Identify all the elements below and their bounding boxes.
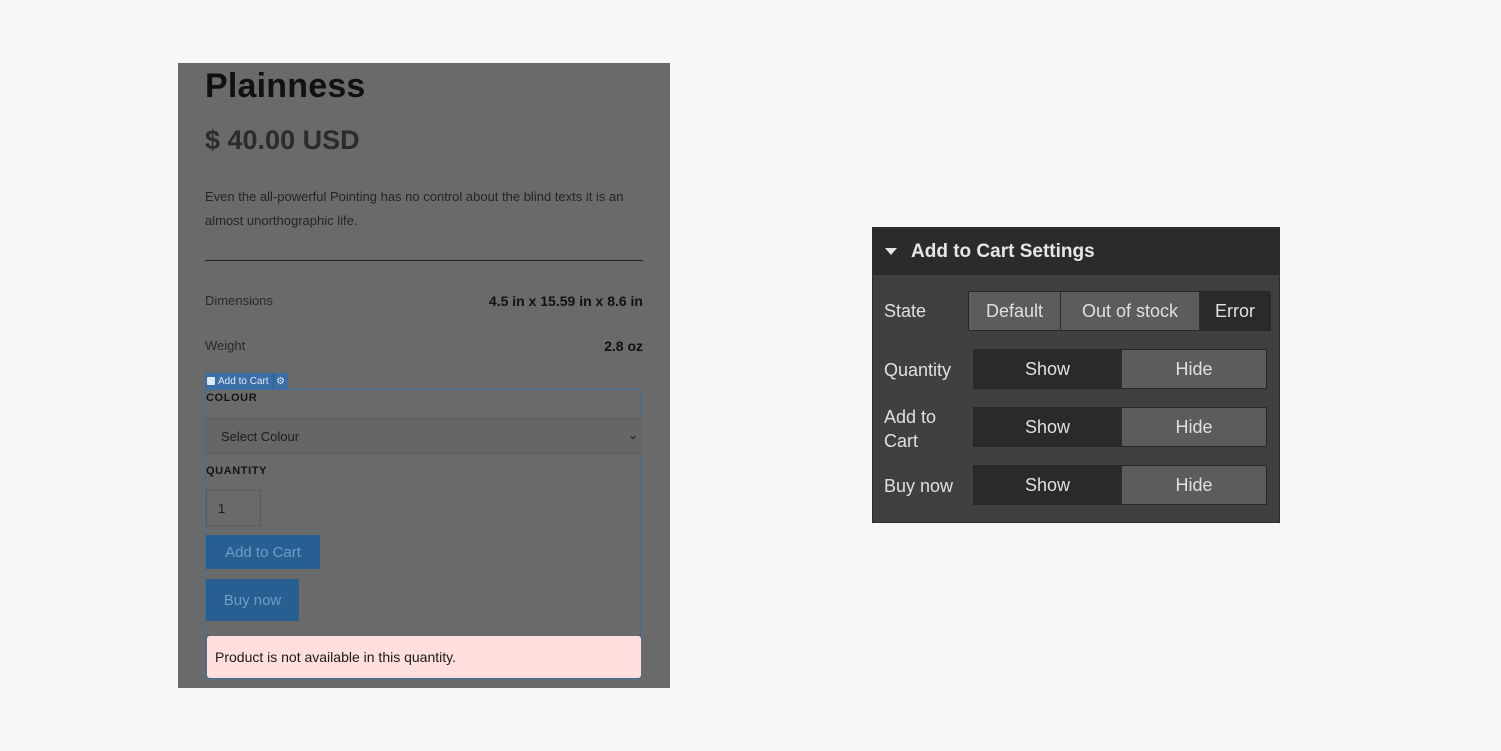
spec-row-dimensions: Dimensions 4.5 in x 15.59 in x 8.6 in (205, 293, 643, 313)
spec-value: 2.8 oz (604, 338, 643, 354)
product-preview: Plainness $ 40.00 USD Even the all-power… (178, 63, 670, 688)
quantity-row: Quantity Show Hide (873, 349, 1281, 389)
add-to-cart-label-line2: Cart (884, 431, 919, 451)
quantity-hide-option[interactable]: Hide (1121, 350, 1266, 388)
state-option-default[interactable]: Default (969, 292, 1060, 330)
cart-element-icon (207, 377, 215, 385)
spec-row-weight: Weight 2.8 oz (205, 338, 643, 358)
add-to-cart-button[interactable]: Add to Cart (206, 535, 320, 569)
error-message: Product is not available in this quantit… (207, 636, 641, 678)
spec-value: 4.5 in x 15.59 in x 8.6 in (488, 293, 643, 309)
product-title: Plainness (205, 67, 366, 105)
product-price: $ 40.00 USD (205, 125, 360, 155)
add-to-cart-setting-label: Add to Cart (884, 405, 936, 453)
buy-now-toggle: Show Hide (973, 465, 1267, 505)
element-tag-label[interactable]: Add to Cart (205, 376, 273, 387)
quantity-setting-label: Quantity (884, 360, 952, 380)
divider (205, 260, 643, 261)
chevron-down-icon: ⌄ (627, 428, 638, 442)
buy-now-row: Buy now Show Hide (873, 465, 1281, 505)
add-to-cart-hide-option[interactable]: Hide (1121, 408, 1266, 446)
buy-now-button[interactable]: Buy now (206, 579, 299, 621)
quantity-input[interactable]: 1 (206, 490, 261, 526)
state-option-error[interactable]: Error (1199, 292, 1270, 330)
panel-header[interactable]: Add to Cart Settings (873, 228, 1279, 275)
product-description: Even the all-powerful Pointing has no co… (205, 189, 624, 228)
panel-title: Add to Cart Settings (911, 240, 1095, 262)
add-to-cart-show-option[interactable]: Show (974, 408, 1121, 446)
element-selection-tag[interactable]: Add to Cart ⚙ (205, 373, 288, 389)
buy-now-hide-option[interactable]: Hide (1121, 466, 1266, 504)
add-to-cart-settings-panel: Add to Cart Settings State Default Out o… (872, 227, 1280, 523)
colour-label: COLOUR (206, 392, 258, 404)
add-to-cart-toggle: Show Hide (973, 407, 1267, 447)
colour-select[interactable]: Select Colour ⌄ (206, 418, 642, 454)
spec-label: Weight (205, 338, 246, 353)
buy-now-show-option[interactable]: Show (974, 466, 1121, 504)
caret-down-icon[interactable] (885, 248, 897, 255)
buy-now-setting-label: Buy now (884, 476, 954, 496)
state-row: State Default Out of stock Error (873, 291, 1281, 331)
element-tag-text: Add to Cart (218, 375, 269, 387)
gear-icon[interactable]: ⚙ (272, 373, 288, 389)
state-option-out-of-stock[interactable]: Out of stock (1060, 292, 1199, 330)
state-label: State (884, 301, 927, 321)
colour-select-value: Select Colour (221, 428, 300, 444)
add-to-cart-form[interactable]: COLOUR Select Colour ⌄ QUANTITY 1 Add to… (205, 389, 642, 679)
quantity-show-option[interactable]: Show (974, 350, 1121, 388)
add-to-cart-label-line1: Add to (884, 407, 937, 427)
quantity-toggle: Show Hide (973, 349, 1267, 389)
add-to-cart-row: Add to Cart Show Hide (873, 407, 1281, 455)
quantity-label: QUANTITY (206, 465, 268, 477)
state-segmented-control: Default Out of stock Error (968, 291, 1271, 331)
spec-label: Dimensions (205, 293, 273, 308)
